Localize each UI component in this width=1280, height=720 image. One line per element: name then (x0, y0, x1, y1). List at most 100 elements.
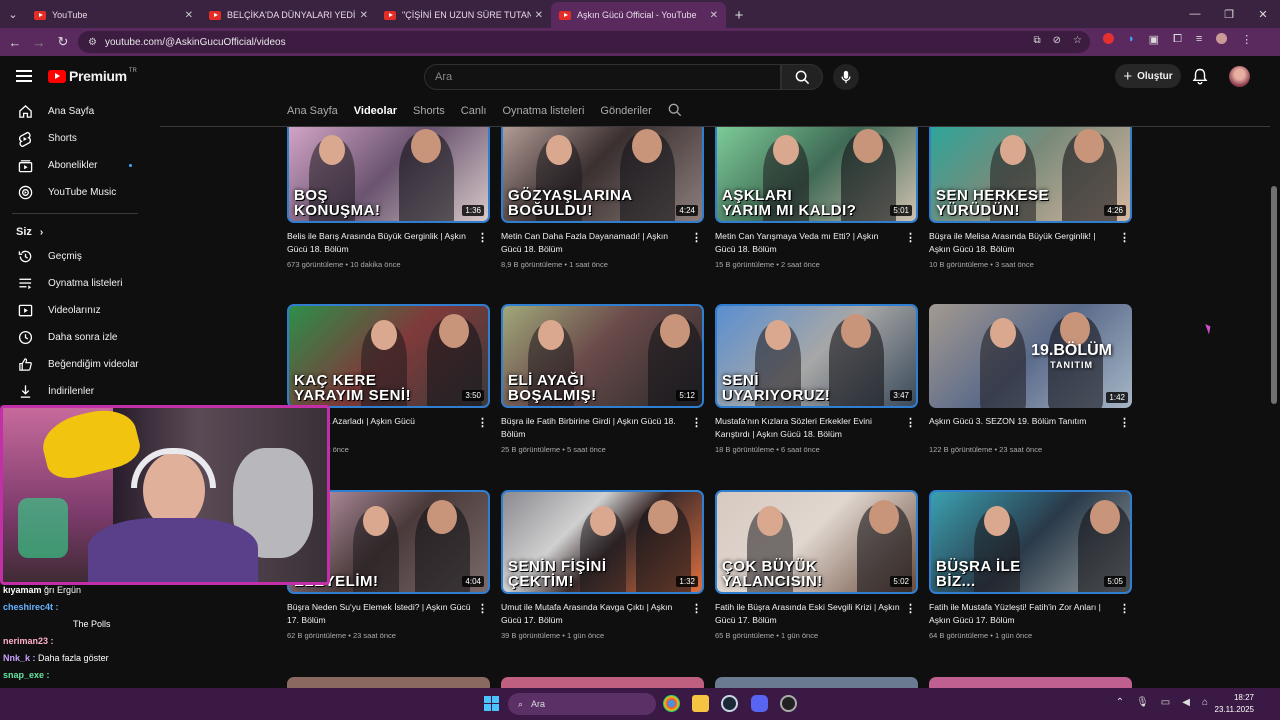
sidebar-item-your-videos[interactable]: Videolarınız (0, 297, 150, 324)
more-actions-icon[interactable]: ⋮ (905, 602, 916, 615)
obs-icon[interactable] (780, 695, 797, 712)
sidebar-item-history[interactable]: Geçmiş (0, 243, 150, 270)
page-scrollbar[interactable] (1271, 186, 1277, 404)
site-info-icon[interactable]: ⚙ (88, 37, 97, 48)
tray-display-icon[interactable]: ▭ (1161, 697, 1170, 708)
tab-shorts[interactable]: Shorts (413, 105, 445, 117)
more-actions-icon[interactable]: ⋮ (691, 602, 702, 615)
partial-thumbnail[interactable] (501, 677, 704, 688)
video-thumbnail[interactable]: GÖZYAŞLARINA BOĞULDU! 4:24 (501, 127, 704, 223)
video-thumbnail[interactable]: BOŞ KONUŞMA! 1:36 (287, 127, 490, 223)
browser-tab-1[interactable]: YouTube ✕ (26, 2, 201, 28)
steam-icon[interactable] (721, 695, 738, 712)
tray-network-icon[interactable]: ⌂ (1202, 697, 1208, 708)
video-title[interactable]: Metin Can Yarışmaya Veda mı Etti? | Aşkı… (715, 230, 900, 256)
tab-playlists[interactable]: Oynatma listeleri (502, 105, 584, 117)
browser-tab-2[interactable]: BELÇİKA'DA DÜNYALARI YEDİM ✕ (201, 2, 376, 28)
video-card[interactable]: SEN HERKESE YÜRÜDÜN! 4:26 Büşra ile Meli… (929, 127, 1132, 269)
start-button[interactable] (484, 696, 499, 711)
browser-tab-3[interactable]: "ÇİŞİNİ EN UZUN SÜRE TUTAN ✕ (376, 2, 551, 28)
bookmark-star-icon[interactable]: ☆ (1073, 35, 1082, 46)
sidebar-you-heading[interactable]: Siz › (0, 221, 150, 243)
more-actions-icon[interactable]: ⋮ (905, 416, 916, 429)
more-actions-icon[interactable]: ⋮ (477, 416, 488, 429)
more-actions-icon[interactable]: ⋮ (691, 416, 702, 429)
url-bar[interactable]: ⚙ youtube.com/@AskinGucuOfficial/videos … (78, 31, 1090, 53)
tab-videos[interactable]: Videolar (354, 105, 397, 117)
new-tab-button[interactable]: + (726, 2, 752, 28)
video-card[interactable]: SENİN FİŞİNİ ÇEKTİM! 1:32 Umut ile Mutaf… (501, 490, 704, 640)
extension-sound-icon[interactable]: ◗ (1128, 33, 1135, 46)
video-title[interactable]: Büşra Neden Su'yu Elemek İstedi? | Aşkın… (287, 601, 472, 627)
reading-list-icon[interactable]: ≡ (1196, 33, 1202, 46)
channel-search-icon[interactable] (668, 103, 682, 120)
video-card[interactable]: BÜŞRA İLE BİZ... 5:05 Fatih ile Mustafa … (929, 490, 1132, 640)
sidebar-item-liked-videos[interactable]: Beğendiğim videolar (0, 351, 150, 378)
reload-icon[interactable]: ↻ (51, 34, 75, 50)
more-actions-icon[interactable]: ⋮ (691, 231, 702, 244)
video-thumbnail[interactable]: ELİ AYAĞI BOŞALMIŞ! 5:12 (501, 304, 704, 408)
video-thumbnail[interactable]: SENİN FİŞİNİ ÇEKTİM! 1:32 (501, 490, 704, 594)
taskbar-search[interactable]: ⌕ Ara (508, 693, 656, 715)
restore-icon[interactable]: ❐ (1212, 0, 1246, 28)
browser-menu-icon[interactable]: ⋮ (1241, 33, 1252, 46)
back-icon[interactable]: ← (3, 35, 27, 50)
video-title[interactable]: Belis ile Barış Arasında Büyük Gerginlik… (287, 230, 472, 256)
close-tab-icon[interactable]: ✕ (535, 10, 543, 21)
close-tab-icon[interactable]: ✕ (360, 10, 368, 21)
partial-thumbnail[interactable] (287, 677, 490, 688)
minimize-icon[interactable]: — (1178, 0, 1212, 28)
browser-tab-active[interactable]: Aşkın Gücü Official - YouTube ✕ (551, 2, 726, 28)
taskbar-clock[interactable]: 18:27 23.11.2025 (1215, 692, 1254, 716)
video-thumbnail[interactable]: 19.BÖLÜM TANITIM 1:42 (929, 304, 1132, 408)
tray-mic-icon[interactable]: 🎙︎ (1136, 697, 1149, 708)
video-card[interactable]: GÖZYAŞLARINA BOĞULDU! 4:24 Metin Can Dah… (501, 127, 704, 269)
extension-red-icon[interactable] (1103, 33, 1114, 44)
video-card[interactable]: ELİ AYAĞI BOŞALMIŞ! 5:12 Büşra ile Fatih… (501, 304, 704, 454)
more-actions-icon[interactable]: ⋮ (1119, 231, 1130, 244)
chrome-icon[interactable] (663, 695, 680, 712)
close-window-icon[interactable]: ✕ (1246, 0, 1280, 28)
tab-search-icon[interactable]: ⌄ (0, 0, 26, 28)
video-title[interactable]: Aşkın Gücü 3. SEZON 19. Bölüm Tanıtım (929, 415, 1114, 441)
video-card[interactable]: 19.BÖLÜM TANITIM 1:42 Aşkın Gücü 3. SEZON… (929, 304, 1132, 454)
video-thumbnail[interactable]: SEN HERKESE YÜRÜDÜN! 4:26 (929, 127, 1132, 223)
eye-off-icon[interactable]: ⊘ (1053, 35, 1061, 46)
video-thumbnail[interactable]: BÜŞRA İLE BİZ... 5:05 (929, 490, 1132, 594)
video-thumbnail[interactable]: AŞKLARI YARIM MI KALDI? 5:01 (715, 127, 918, 223)
sidebar-item-downloads[interactable]: İndirilenler (0, 378, 150, 405)
close-tab-icon[interactable]: ✕ (710, 10, 718, 21)
video-title[interactable]: Mustafa'nın Kızlara Sözleri Erkekler Evi… (715, 415, 900, 441)
video-title[interactable]: Fatih ile Büşra Arasında Eski Sevgili Kr… (715, 601, 900, 627)
video-title[interactable]: Metin Can Daha Fazla Dayanamadı! | Aşkın… (501, 230, 686, 256)
tab-posts[interactable]: Gönderiler (600, 105, 651, 117)
partial-thumbnail[interactable] (929, 677, 1132, 688)
create-button[interactable]: + Oluştur (1115, 64, 1181, 88)
discord-icon[interactable] (751, 695, 768, 712)
video-card[interactable]: SENİ UYARIYORUZ! 3:47 Mustafa'nın Kızlar… (715, 304, 918, 454)
sidebar-item-subscriptions[interactable]: Abonelikler (0, 152, 150, 179)
profile-icon[interactable] (1216, 33, 1228, 44)
menu-icon[interactable] (16, 70, 32, 82)
tray-volume-icon[interactable]: ◀︎ (1182, 697, 1190, 708)
more-actions-icon[interactable]: ⋮ (477, 602, 488, 615)
partial-thumbnail[interactable] (715, 677, 918, 688)
youtube-premium-logo[interactable]: Premium TR (48, 68, 137, 84)
search-input[interactable]: Ara (424, 64, 781, 90)
tray-chevron-icon[interactable]: ⌃ (1116, 697, 1124, 708)
install-icon[interactable]: ⧉ (1034, 35, 1041, 46)
video-thumbnail[interactable]: SENİ UYARIYORUZ! 3:47 (715, 304, 918, 408)
sidebar-item-youtube-music[interactable]: YouTube Music (0, 179, 150, 206)
notifications-button[interactable] (1192, 68, 1208, 90)
more-actions-icon[interactable]: ⋮ (905, 231, 916, 244)
extension-box-icon[interactable]: ▣ (1149, 33, 1159, 46)
sidebar-item-watch-later[interactable]: Daha sonra izle (0, 324, 150, 351)
sidebar-item-shorts[interactable]: Shorts (0, 125, 150, 152)
sidebar-item-playlists[interactable]: Oynatma listeleri (0, 270, 150, 297)
extensions-puzzle-icon[interactable]: ⧠ (1173, 33, 1182, 46)
search-button[interactable] (781, 64, 823, 90)
video-title[interactable]: Umut ile Mutafa Arasında Kavga Çıktı | A… (501, 601, 686, 627)
file-explorer-icon[interactable] (692, 695, 709, 712)
video-title[interactable]: Büşra ile Melisa Arasında Büyük Gerginli… (929, 230, 1114, 256)
video-card[interactable]: BOŞ KONUŞMA! 1:36 Belis ile Barış Arasın… (287, 127, 490, 269)
